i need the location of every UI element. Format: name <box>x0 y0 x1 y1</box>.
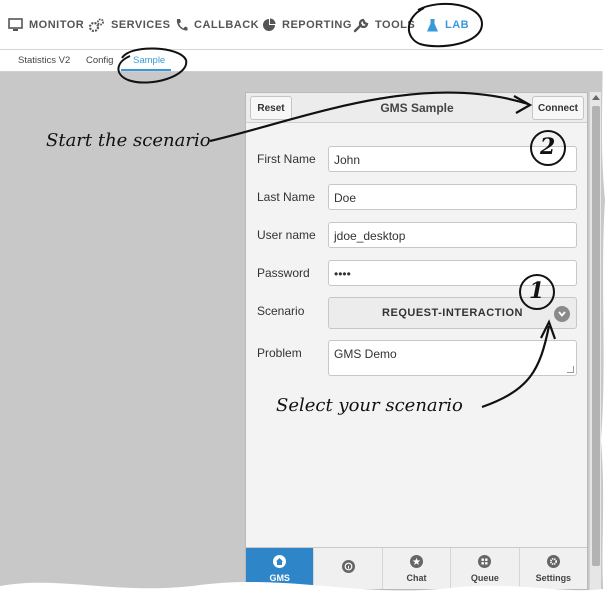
problem-value: GMS Demo <box>334 347 397 361</box>
gear-icon <box>546 554 560 568</box>
problem-textarea[interactable]: GMS Demo <box>328 340 577 376</box>
tab-info[interactable] <box>313 548 381 589</box>
resize-handle[interactable] <box>567 366 574 373</box>
tab-label: Queue <box>470 572 499 583</box>
tab-label: Chat <box>406 572 427 583</box>
nav-label: SERVICES <box>111 19 171 31</box>
tab-settings[interactable]: Settings <box>518 548 587 589</box>
tab-chat[interactable]: Chat <box>381 548 450 589</box>
home-icon <box>273 554 287 568</box>
last-name-label: Last Name <box>257 190 316 204</box>
pie-chart-icon <box>263 18 276 31</box>
nav-item-callback[interactable]: CALLBACK <box>175 14 259 36</box>
panel-header: Reset GMS Sample Connect <box>246 93 587 123</box>
subnav-item-statistics[interactable]: Statistics V2 <box>18 55 70 66</box>
wrench-icon <box>353 18 369 32</box>
problem-label: Problem <box>257 346 302 360</box>
scroll-thumb[interactable] <box>592 106 600 566</box>
gears-icon <box>88 18 104 32</box>
star-icon <box>410 554 424 568</box>
connect-button[interactable]: Connect <box>532 96 584 120</box>
last-name-field[interactable]: Doe <box>328 184 577 210</box>
sub-navigation: Statistics V2 Config Sample <box>0 50 608 72</box>
nav-label: CALLBACK <box>194 19 260 31</box>
scroll-up-arrow-icon[interactable] <box>592 95 600 100</box>
nav-item-reporting[interactable]: REPORTING <box>262 14 352 36</box>
scenario-label: Scenario <box>257 304 305 318</box>
top-navigation: MONITOR SERVICES CALLBACK REPORTING TOOL… <box>0 0 608 50</box>
nav-item-tools[interactable]: TOOLS <box>353 14 415 36</box>
monitor-icon <box>8 18 23 31</box>
active-subtab-indicator <box>121 69 171 71</box>
flask-icon <box>427 18 438 31</box>
user-name-label: User name <box>257 228 316 242</box>
bottom-tab-bar: GMS Chat Queue Settings <box>246 547 587 589</box>
subnav-item-sample[interactable]: Sample <box>133 55 165 66</box>
start-scenario-annotation: Start the scenario <box>46 130 211 151</box>
tab-gms[interactable]: GMS <box>246 548 314 589</box>
nav-label: TOOLS <box>375 19 416 31</box>
reset-button[interactable]: Reset <box>250 96 292 120</box>
chevron-down-icon <box>554 306 570 322</box>
first-name-label: First Name <box>257 152 316 166</box>
nav-item-lab[interactable]: LAB <box>426 14 469 36</box>
subnav-item-config[interactable]: Config <box>86 55 113 66</box>
scenario-value: REQUEST-INTERACTION <box>382 307 523 319</box>
step-1-badge: 1 <box>529 278 545 304</box>
step-2-badge: 2 <box>540 134 556 160</box>
panel-title: GMS Sample <box>380 101 454 115</box>
password-label: Password <box>257 266 310 280</box>
phone-icon <box>176 19 188 31</box>
nav-label: LAB <box>445 19 470 31</box>
user-name-field[interactable]: jdoe_desktop <box>328 222 577 248</box>
grid-icon <box>478 554 492 568</box>
nav-label: MONITOR <box>29 19 85 31</box>
nav-item-monitor[interactable]: MONITOR <box>8 14 84 36</box>
nav-item-services[interactable]: SERVICES <box>88 14 170 36</box>
select-scenario-annotation: Select your scenario <box>276 395 463 416</box>
tab-queue[interactable]: Queue <box>450 548 518 589</box>
gms-sample-panel: Reset GMS Sample Connect First Name John… <box>245 92 588 590</box>
panel-scrollbar[interactable] <box>589 92 601 590</box>
tab-label: GMS <box>269 572 290 583</box>
nav-label: REPORTING <box>282 19 352 31</box>
tab-label: Settings <box>535 572 572 583</box>
info-icon <box>341 559 355 573</box>
